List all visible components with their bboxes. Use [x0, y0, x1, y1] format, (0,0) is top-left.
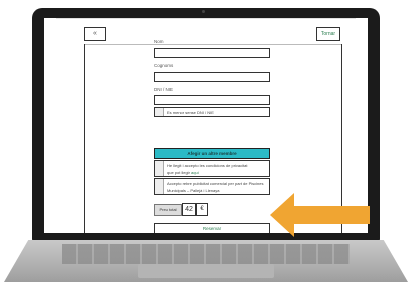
dni-label: DNI / NIE	[154, 87, 174, 92]
content-divider	[84, 44, 341, 45]
legal-checkbox[interactable]	[155, 161, 164, 176]
menor-label: Es menor sense DNI / NIE	[167, 110, 214, 115]
legal-text: He llegit i accepto les condicions de pr…	[167, 163, 248, 168]
publicity-row: Accepto rebre publicitat comercial per p…	[154, 178, 270, 195]
screen-top-divider	[56, 18, 356, 19]
legal-row: He llegit i accepto les condicions de pr…	[154, 160, 270, 177]
back-button[interactable]: «	[84, 27, 106, 41]
publicity-checkbox[interactable]	[155, 179, 164, 194]
menor-checkbox[interactable]	[155, 108, 164, 116]
publicity-text: Accepto rebre publicitat comercial per p…	[167, 181, 264, 193]
menor-row: Es menor sense DNI / NIE	[154, 107, 270, 117]
dni-input[interactable]	[154, 95, 270, 105]
reservar-button[interactable]: Reservar	[154, 223, 270, 233]
nom-input[interactable]	[154, 48, 270, 58]
preu-total-label: Preu total	[154, 204, 182, 216]
orange-pointer-arrow-icon	[270, 193, 370, 237]
currency-symbol: €	[196, 203, 208, 216]
legal-link-prefix: que pot llegir	[167, 170, 192, 175]
preu-total-value: 42	[182, 203, 196, 216]
tornar-button[interactable]: Tornar	[316, 27, 340, 41]
left-border	[84, 44, 85, 233]
top-bar: « Tornar	[84, 27, 340, 41]
legal-text-block: He llegit i accepto les condicions de pr…	[167, 162, 267, 176]
legal-link[interactable]: aquí	[191, 170, 199, 175]
add-member-button[interactable]: Afegir un altre membre	[154, 148, 270, 159]
cognoms-label: Cognoms	[154, 63, 174, 68]
trackpad	[138, 264, 274, 278]
nom-label: Nom	[154, 39, 164, 44]
webcam-icon	[202, 10, 205, 13]
keyboard	[62, 244, 350, 264]
cognoms-input[interactable]	[154, 72, 270, 82]
